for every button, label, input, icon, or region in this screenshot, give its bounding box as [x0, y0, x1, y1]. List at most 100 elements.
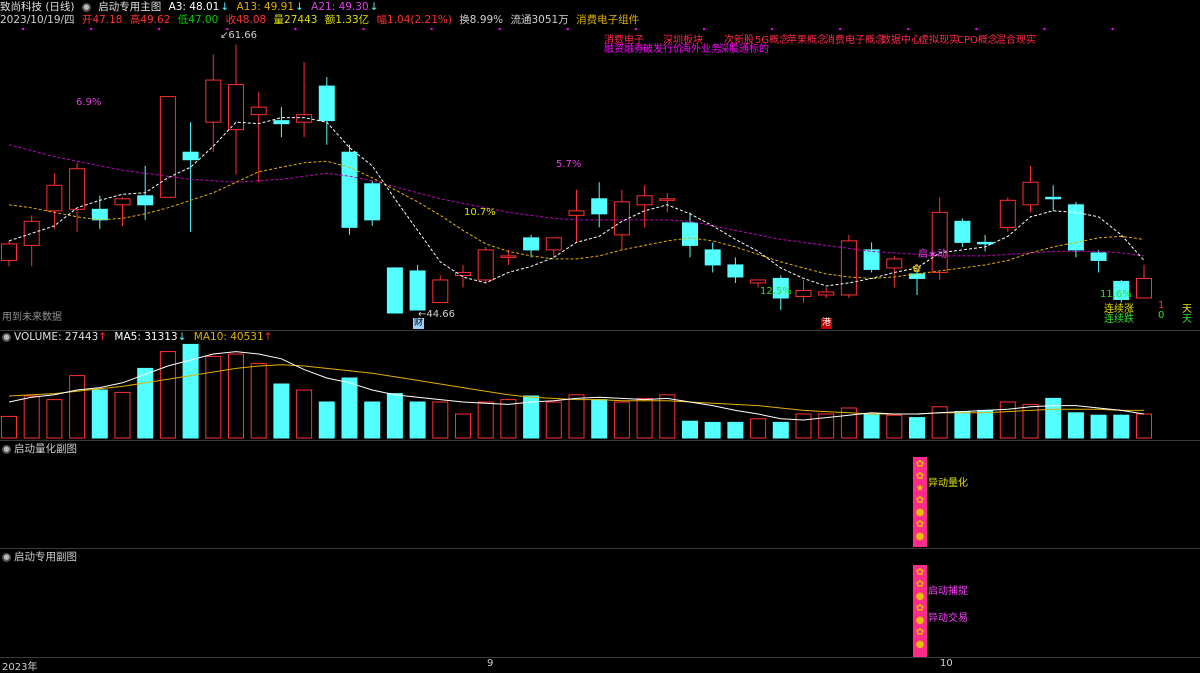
- volume-bar: [1, 415, 17, 439]
- candle-body: [273, 120, 290, 125]
- volume-bar: [1045, 397, 1062, 439]
- marker-dot: [498, 28, 501, 31]
- candle-body: [568, 210, 585, 216]
- sub1-signal: 异动量化: [928, 478, 968, 489]
- candle-body: [341, 151, 358, 228]
- candle-body: [523, 237, 540, 251]
- candle-body: [386, 267, 403, 314]
- volume-bar: [205, 355, 222, 439]
- volume-bar: [114, 391, 131, 439]
- marker-dot: [430, 28, 433, 31]
- streak-down-label: 连续跌: [1104, 314, 1134, 325]
- high-price-label: ↙61.66: [220, 30, 258, 41]
- marker-dot: [839, 28, 842, 31]
- marker-dot: [89, 28, 93, 31]
- event-marker[interactable]: 财: [413, 318, 425, 329]
- indicator-name[interactable]: 启动专用主图: [98, 1, 161, 13]
- volume-bar: [386, 393, 403, 439]
- volume-bar: [682, 420, 698, 439]
- volume-bar: [750, 418, 767, 439]
- marker-dot: [566, 28, 569, 31]
- volume-bar: [296, 389, 313, 439]
- volume-bar: [545, 401, 562, 439]
- volume-bar: [909, 417, 925, 439]
- candle-body: [137, 195, 154, 206]
- candle-body: [545, 237, 562, 251]
- pct-label: 5.7%: [556, 159, 582, 170]
- candle-body: [91, 208, 108, 221]
- volume-bar: [704, 421, 721, 439]
- volume-bar: [364, 401, 381, 439]
- volume-bar: [250, 363, 267, 439]
- divider: [0, 657, 1200, 658]
- volume-bar: [568, 394, 585, 439]
- pct-label: 10.7%: [464, 207, 496, 218]
- pct-label: 6.9%: [76, 97, 102, 108]
- candle-body: [750, 279, 767, 284]
- candle-body: [500, 255, 517, 258]
- arrow-down-icon: ↓: [369, 1, 379, 13]
- candle-body: [954, 220, 971, 243]
- candle-body: [182, 151, 199, 161]
- streak-down-value: 0: [1158, 310, 1165, 321]
- sub2-title: ● 启动专用副图: [2, 549, 77, 564]
- candle-body: [409, 270, 426, 311]
- days-unit: 天: [1182, 314, 1192, 325]
- float-value: 流通3051万: [510, 14, 569, 26]
- volume-bar: [318, 401, 335, 439]
- candle-body: [250, 106, 267, 116]
- marker-dot: [294, 28, 297, 31]
- candle-body: [659, 198, 676, 201]
- candle-body: [1, 243, 17, 261]
- marker-dot: [907, 28, 910, 31]
- marker-dot: [1111, 28, 1114, 31]
- candle-body: [69, 168, 86, 210]
- volume-bar: [137, 367, 154, 439]
- settings-icon[interactable]: ●: [2, 552, 11, 562]
- candle-body: [1136, 277, 1152, 299]
- butterfly-icon: ✿: [912, 262, 922, 275]
- candle-body: [704, 249, 721, 266]
- volume-bar: [999, 401, 1016, 439]
- volume-chart[interactable]: [0, 340, 1200, 440]
- sub1-title: ● 启动量化副图: [2, 441, 77, 456]
- volume-bar: [954, 411, 971, 439]
- close-price: 收48.08: [225, 14, 267, 26]
- candle-body: [795, 289, 812, 297]
- candle-body: [977, 241, 994, 245]
- candle-body: [159, 96, 176, 198]
- candle-body: [931, 211, 948, 273]
- volume-value: 量27443: [273, 14, 318, 26]
- date: 2023/10/19/四: [0, 14, 75, 26]
- volume-bar: [409, 401, 426, 439]
- volume-bar: [432, 401, 449, 439]
- marker-dot: [702, 28, 706, 31]
- candle-body: [228, 84, 244, 131]
- settings-icon[interactable]: ●: [2, 444, 11, 454]
- sub2-title-text: 启动专用副图: [14, 551, 77, 563]
- event-marker[interactable]: 港: [821, 318, 833, 329]
- candle-body: [999, 199, 1016, 228]
- candle-body: [613, 201, 630, 236]
- volume-bar: [500, 399, 517, 439]
- marker-dot: [21, 28, 25, 31]
- marker-dot: [975, 28, 978, 31]
- sector-label[interactable]: 消费电子组件: [576, 14, 639, 26]
- marker-dot: [634, 28, 638, 31]
- settings-icon[interactable]: ●: [81, 2, 91, 12]
- sub2-signal-2: 异动交易: [928, 613, 968, 624]
- marker-dot: [158, 28, 161, 31]
- volume-bar: [69, 375, 86, 439]
- pct-label: 11.6%: [1100, 289, 1132, 300]
- turnover-value: 换8.99%: [459, 14, 504, 26]
- volume-bar: [795, 413, 812, 439]
- stock-name[interactable]: 致尚科技 (日线): [0, 1, 75, 13]
- volume-bar: [636, 397, 653, 439]
- candle-body: [114, 198, 131, 206]
- header-row-1: 致尚科技 (日线) ● 启动专用主图 A3: 48.01↓ A13: 49.91…: [0, 0, 382, 14]
- divider: [0, 548, 1200, 549]
- candle-body: [318, 85, 335, 122]
- volume-bar: [727, 421, 744, 439]
- candle-body: [1090, 252, 1107, 261]
- price-chart[interactable]: [0, 28, 1200, 328]
